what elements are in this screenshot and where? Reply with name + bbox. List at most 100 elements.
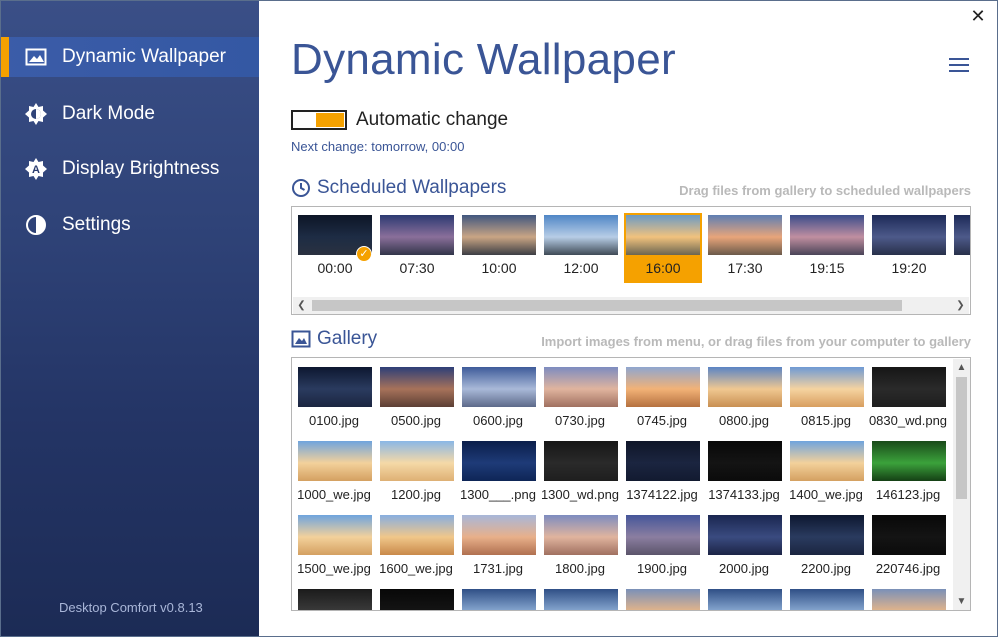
app-window: Dynamic Wallpaper Dark Mode A Display Br… [0,0,998,637]
gallery-item[interactable]: 0730.jpg [539,367,621,435]
sidebar-item-display-brightness[interactable]: A Display Brightness [1,149,259,189]
wallpaper-thumbnail [462,441,536,481]
gallery-image-icon [291,330,311,348]
scheduled-wallpaper-item[interactable]: 16:00 [624,213,702,283]
gallery-item[interactable]: 1300_wd.png [539,441,621,509]
gallery-item[interactable]: 1200.jpg [375,441,457,509]
scheduled-wallpapers-title: Scheduled Wallpapers [317,177,507,198]
gallery-item[interactable]: 0815.jpg [785,367,867,435]
wallpaper-thumbnail [544,367,618,407]
dark-mode-icon [25,103,47,125]
gallery-item[interactable]: 0830_wd.png [867,367,949,435]
wallpaper-thumbnail [544,215,618,255]
scrollbar-thumb[interactable] [312,300,902,311]
wallpaper-thumbnail [462,589,536,610]
gallery-filename: 1731.jpg [473,561,523,576]
gallery-item[interactable]: 146123.jpg [867,441,949,509]
gallery-filename: 2200.jpg [801,561,851,576]
gallery-item[interactable]: 0745.jpg [621,367,703,435]
wallpaper-thumbnail [708,215,782,255]
scheduled-hint: Drag files from gallery to scheduled wal… [679,183,971,198]
wallpaper-thumbnail [872,589,946,610]
gallery-filename: 0100.jpg [309,413,359,428]
gallery-item[interactable]: 1374122.jpg [621,441,703,509]
scheduled-wallpaper-item[interactable]: 19:15 [788,213,866,283]
scheduled-wallpaper-item[interactable]: 12:00 [542,213,620,283]
gallery-item[interactable]: 1374133.jpg [703,441,785,509]
wallpaper-thumbnail [298,589,372,610]
gallery-item[interactable]: 1500_we.jpg [293,515,375,583]
brightness-icon: A [25,158,47,180]
wallpaper-thumbnail [298,441,372,481]
sidebar-item-label: Dynamic Wallpaper [62,46,227,67]
scheduled-wallpaper-item[interactable]: 07:30 [378,213,456,283]
wallpaper-thumbnail [708,589,782,610]
gallery-item[interactable] [293,589,375,610]
scroll-right-icon[interactable]: ❯ [952,297,969,314]
automatic-change-label: Automatic change [356,109,509,130]
gallery-item[interactable]: 0500.jpg [375,367,457,435]
gallery-item[interactable]: 1000_we.jpg [293,441,375,509]
gallery-item[interactable] [785,589,867,610]
gallery-item[interactable]: 0800.jpg [703,367,785,435]
gallery-item[interactable]: 1300___.png [457,441,539,509]
sidebar-item-dark-mode[interactable]: Dark Mode [1,94,259,134]
wallpaper-thumbnail [462,515,536,555]
scheduled-time: 07:30 [399,260,435,276]
sidebar-item-settings[interactable]: Settings [1,205,259,245]
scheduled-wallpaper-item[interactable]: 10:00 [460,213,538,283]
scroll-up-icon[interactable]: ▲ [953,359,970,376]
gallery-item[interactable]: 1400_we.jpg [785,441,867,509]
gallery-item[interactable]: 0600.jpg [457,367,539,435]
scheduled-wallpaper-item[interactable]: 17:30 [706,213,784,283]
gallery-item[interactable] [867,589,949,610]
wallpaper-thumbnail [462,215,536,255]
gallery-item[interactable]: 1800.jpg [539,515,621,583]
horizontal-scrollbar[interactable]: ❮ ❯ [293,297,969,314]
wallpaper-thumbnail [380,589,454,610]
scheduled-wallpaper-item[interactable]: 19:20 [870,213,948,283]
gallery-item[interactable] [621,589,703,610]
gallery-item[interactable]: 1600_we.jpg [375,515,457,583]
sidebar-item-dynamic-wallpaper[interactable]: Dynamic Wallpaper [1,37,259,77]
wallpaper-thumbnail [626,367,700,407]
vertical-scrollbar[interactable]: ▲ ▼ [953,359,970,610]
hamburger-menu-icon[interactable] [949,57,969,73]
gallery-filename: 146123.jpg [875,487,941,502]
gallery-filename: 1374122.jpg [626,487,698,502]
sidebar-item-label: Settings [62,214,131,235]
gallery-item[interactable]: 220746.jpg [867,515,949,583]
gallery-filename: 1300___.png [460,487,536,502]
gallery-item[interactable] [375,589,457,610]
gallery-item[interactable] [457,589,539,610]
gallery-filename: 0600.jpg [473,413,523,428]
automatic-change-toggle[interactable] [291,110,347,130]
gallery-item[interactable]: 2000.jpg [703,515,785,583]
gallery-filename: 0815.jpg [801,413,851,428]
scheduled-wallpaper-item[interactable] [952,213,970,283]
gallery-item[interactable] [703,589,785,610]
gallery-filename: 220746.jpg [875,561,941,576]
scrollbar-thumb[interactable] [956,377,967,499]
svg-text:A: A [32,164,40,176]
gallery-item[interactable]: 0100.jpg [293,367,375,435]
scroll-down-icon[interactable]: ▼ [953,593,970,610]
gallery-item[interactable]: 1731.jpg [457,515,539,583]
wallpaper-thumbnail [790,215,864,255]
wallpaper-thumbnail [544,589,618,610]
gallery-item[interactable]: 2200.jpg [785,515,867,583]
gallery-filename: 0730.jpg [555,413,605,428]
scroll-left-icon[interactable]: ❮ [293,297,310,314]
scheduled-wallpaper-item[interactable]: 00:00 ✓ [296,213,374,283]
wallpaper-thumbnail [626,515,700,555]
wallpaper-thumbnail [790,441,864,481]
gallery-filename: 1300_wd.png [540,487,620,502]
scheduled-time: 00:00 [317,260,353,276]
wallpaper-thumbnail [708,367,782,407]
clock-icon [292,179,310,197]
wallpaper-thumbnail [626,589,700,610]
page-title: Dynamic Wallpaper [291,35,676,84]
close-icon[interactable]: ✕ [969,7,987,25]
gallery-item[interactable]: 1900.jpg [621,515,703,583]
gallery-item[interactable] [539,589,621,610]
